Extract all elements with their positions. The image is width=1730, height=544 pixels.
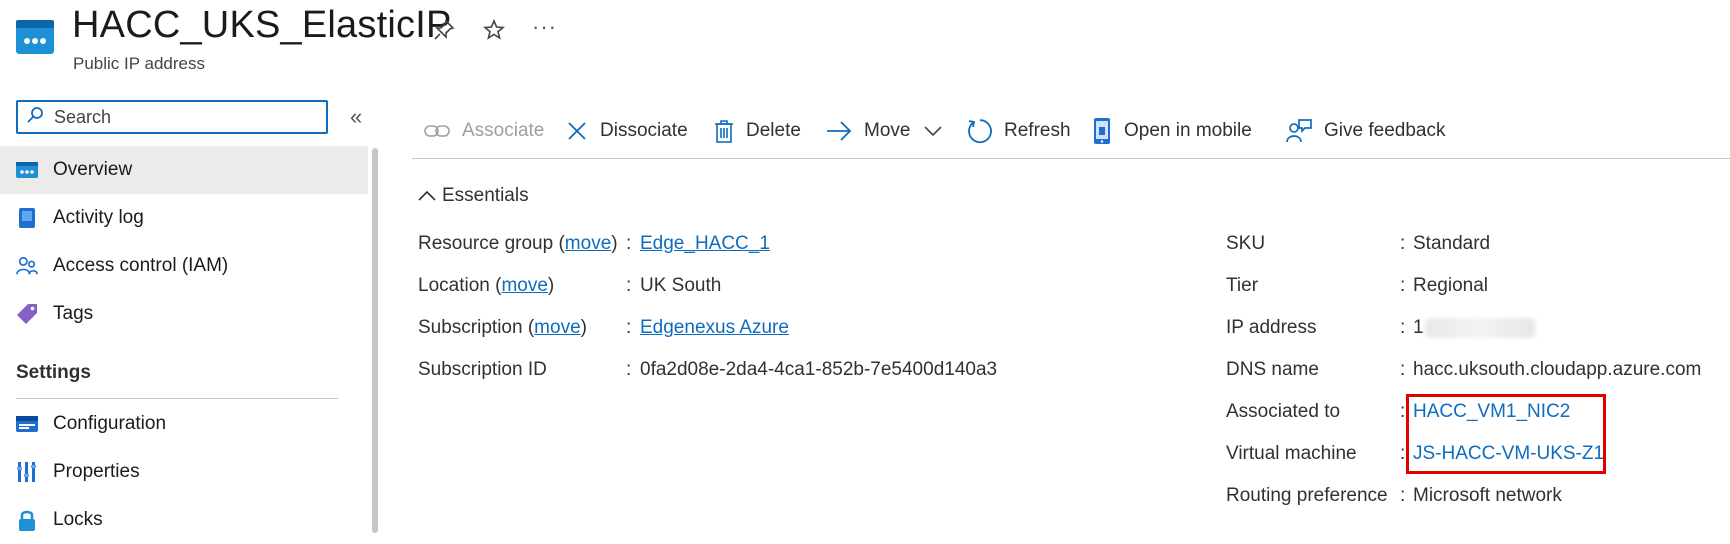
close-icon xyxy=(566,120,588,142)
routing-preference-value: Microsoft network xyxy=(1413,485,1562,506)
sidebar-item-label: Overview xyxy=(53,159,133,180)
page-title: HACC_UKS_ElasticIP xyxy=(72,4,452,46)
sidebar-item-configuration[interactable]: Configuration xyxy=(0,400,368,448)
trash-icon xyxy=(714,119,734,143)
activity-log-icon xyxy=(16,207,38,229)
sidebar-item-label: Locks xyxy=(53,509,103,530)
sidebar-item-iam[interactable]: Access control (IAM) xyxy=(0,242,368,290)
location-move-link[interactable]: move xyxy=(501,275,547,296)
lock-icon xyxy=(16,509,38,531)
ip-address-value: 1 xyxy=(1413,317,1424,338)
separator: : xyxy=(1400,485,1406,506)
resource-group-link[interactable]: Edge_HACC_1 xyxy=(640,233,770,255)
dns-name-value: hacc.uksouth.cloudapp.azure.com xyxy=(1413,359,1702,380)
location-value: UK South xyxy=(640,275,722,296)
sidebar-scrollbar[interactable] xyxy=(372,148,378,533)
associated-to-label: Associated to xyxy=(1226,401,1341,422)
refresh-label: Refresh xyxy=(1004,120,1071,141)
move-label: Move xyxy=(864,120,911,141)
refresh-button[interactable]: Refresh xyxy=(966,117,1071,145)
dissociate-label: Dissociate xyxy=(600,120,688,141)
sidebar-item-tags[interactable]: Tags xyxy=(0,290,368,338)
page-subtitle: Public IP address xyxy=(73,54,205,73)
give-feedback-label: Give feedback xyxy=(1324,120,1446,141)
link-icon xyxy=(424,121,450,141)
subscription-move-link[interactable]: move xyxy=(534,317,580,338)
dns-name-label: DNS name xyxy=(1226,359,1319,380)
sidebar-item-properties[interactable]: Properties xyxy=(0,448,368,496)
virtual-machine-label: Virtual machine xyxy=(1226,443,1357,464)
collapse-sidebar-icon[interactable]: « xyxy=(350,104,362,130)
tier-label: Tier xyxy=(1226,275,1259,296)
properties-icon xyxy=(16,461,38,483)
separator: : xyxy=(1400,401,1406,422)
sku-label: SKU xyxy=(1226,233,1266,254)
separator: : xyxy=(1400,443,1406,464)
sku-value: Standard xyxy=(1413,233,1491,254)
separator: : xyxy=(1400,233,1406,254)
give-feedback-button[interactable]: Give feedback xyxy=(1286,117,1445,145)
feedback-icon xyxy=(1286,118,1312,144)
mobile-phone-icon xyxy=(1092,117,1112,145)
sidebar-item-locks[interactable]: Locks xyxy=(0,496,368,544)
delete-button[interactable]: Delete xyxy=(714,117,801,145)
ip-address-label: IP address xyxy=(1226,317,1317,338)
refresh-icon xyxy=(966,118,992,144)
separator: : xyxy=(1400,275,1406,296)
separator: : xyxy=(626,317,632,338)
delete-label: Delete xyxy=(746,120,801,141)
resource-group-label: Resource group (move) xyxy=(418,233,618,254)
resource-group-move-link[interactable]: move xyxy=(565,233,611,254)
tier-value: Regional xyxy=(1413,275,1488,296)
overview-icon xyxy=(16,159,38,181)
associate-label: Associate xyxy=(462,120,545,141)
sidebar-item-label: Properties xyxy=(53,461,140,482)
separator: : xyxy=(1400,359,1406,380)
sidebar-item-label: Access control (IAM) xyxy=(53,255,229,276)
separator: : xyxy=(1400,317,1406,338)
location-label: Location (move) xyxy=(418,275,555,296)
open-in-mobile-button[interactable]: Open in mobile xyxy=(1092,117,1252,145)
search-input[interactable] xyxy=(52,105,316,129)
iam-icon xyxy=(16,255,38,277)
dissociate-button[interactable]: Dissociate xyxy=(566,117,688,145)
sidebar-item-label: Activity log xyxy=(53,207,144,228)
favorite-star-icon[interactable] xyxy=(482,18,506,47)
essentials-toggle[interactable]: Essentials xyxy=(418,185,529,207)
sidebar-item-label: Configuration xyxy=(53,413,167,434)
more-options-icon[interactable]: ··· xyxy=(532,14,557,40)
pin-icon[interactable] xyxy=(432,18,456,47)
settings-section-heading: Settings xyxy=(16,362,91,383)
tag-icon xyxy=(16,303,38,325)
highlight-box xyxy=(1406,394,1606,474)
chevron-down-icon xyxy=(924,125,943,137)
subscription-link[interactable]: Edgenexus Azure xyxy=(640,317,789,339)
move-button[interactable]: Move xyxy=(826,117,943,145)
routing-preference-label: Routing preference xyxy=(1226,485,1388,506)
settings-divider xyxy=(16,398,338,399)
associate-button[interactable]: Associate xyxy=(424,117,544,145)
public-ip-resource-icon xyxy=(16,20,54,54)
search-icon xyxy=(26,106,44,129)
separator: : xyxy=(626,275,632,296)
search-box[interactable] xyxy=(16,100,328,134)
toolbar-divider xyxy=(412,158,1730,159)
chevron-up-icon xyxy=(418,190,436,202)
essentials-heading: Essentials xyxy=(442,185,529,206)
sidebar-item-overview[interactable]: Overview xyxy=(0,146,368,194)
sidebar-item-activity-log[interactable]: Activity log xyxy=(0,194,368,242)
subscription-label: Subscription (move) xyxy=(418,317,587,338)
arrow-right-icon xyxy=(826,120,852,142)
subscription-id-value: 0fa2d08e-2da4-4ca1-852b-7e5400d140a3 xyxy=(640,359,998,380)
separator: : xyxy=(626,233,632,254)
separator: : xyxy=(626,359,632,380)
open-in-mobile-label: Open in mobile xyxy=(1124,120,1252,141)
sidebar-item-label: Tags xyxy=(53,303,94,324)
configuration-icon xyxy=(16,413,38,435)
subscription-id-label: Subscription ID xyxy=(418,359,547,380)
ip-address-redaction xyxy=(1425,318,1535,338)
